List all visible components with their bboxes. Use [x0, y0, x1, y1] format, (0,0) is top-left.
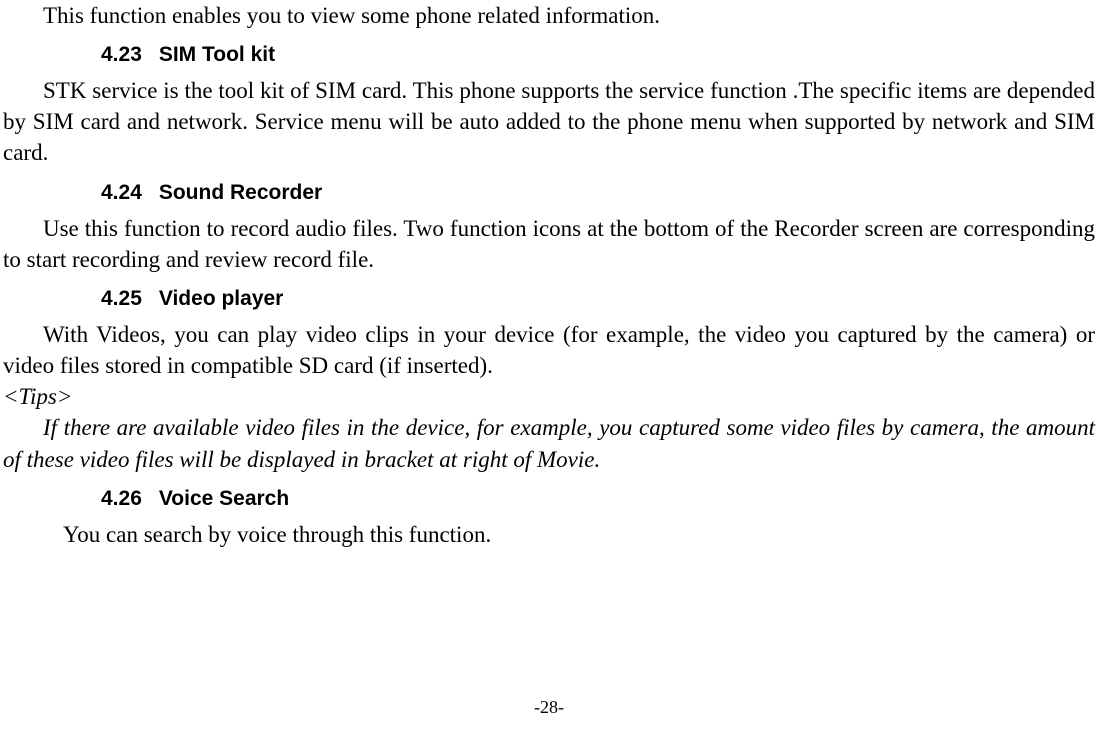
- heading-voice-search: 4.26 Voice Search: [101, 485, 1095, 513]
- tips-body: If there are available video files in th…: [3, 412, 1095, 474]
- tips-label: <Tips>: [3, 381, 1095, 412]
- heading-number: 4.25: [101, 285, 153, 313]
- paragraph-voice-search: You can search by voice through this fun…: [3, 519, 1095, 550]
- document-page: This function enables you to view some p…: [0, 0, 1098, 735]
- heading-sim-tool-kit: 4.23 SIM Tool kit: [101, 41, 1095, 69]
- heading-number: 4.24: [101, 179, 153, 207]
- paragraph-sound-recorder: Use this function to record audio files.…: [3, 213, 1095, 275]
- heading-number: 4.26: [101, 485, 153, 513]
- heading-title: Voice Search: [159, 487, 289, 510]
- page-number: -28-: [0, 695, 1098, 719]
- intro-paragraph: This function enables you to view some p…: [3, 0, 1095, 31]
- paragraph-sim-tool-kit: STK service is the tool kit of SIM card.…: [3, 75, 1095, 168]
- heading-video-player: 4.25 Video player: [101, 285, 1095, 313]
- heading-number: 4.23: [101, 41, 153, 69]
- document-content: This function enables you to view some p…: [0, 0, 1098, 550]
- heading-sound-recorder: 4.24 Sound Recorder: [101, 179, 1095, 207]
- heading-title: Sound Recorder: [159, 181, 322, 204]
- paragraph-video-player: With Videos, you can play video clips in…: [3, 319, 1095, 381]
- heading-title: SIM Tool kit: [159, 43, 275, 66]
- heading-title: Video player: [159, 287, 284, 310]
